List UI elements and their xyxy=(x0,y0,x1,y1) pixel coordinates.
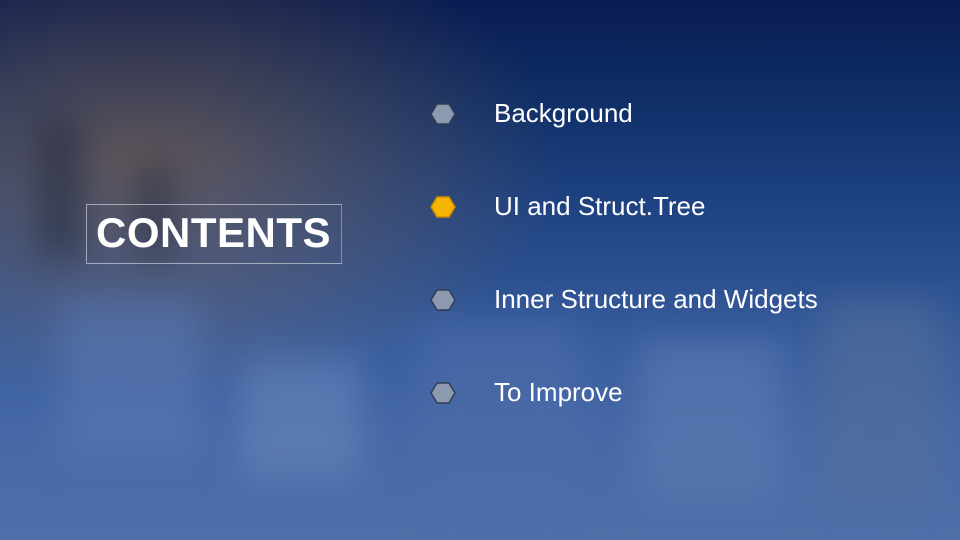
contents-item[interactable]: Background xyxy=(430,98,818,129)
contents-item[interactable]: UI and Struct.Tree xyxy=(430,191,818,222)
contents-item-label: UI and Struct.Tree xyxy=(494,191,705,222)
contents-item[interactable]: To Improve xyxy=(430,377,818,408)
title-frame: CONTENTS xyxy=(86,204,342,264)
page-title: CONTENTS xyxy=(96,209,331,257)
hexagon-icon xyxy=(430,103,456,125)
contents-item[interactable]: Inner Structure and Widgets xyxy=(430,284,818,315)
hexagon-icon xyxy=(430,196,456,218)
hexagon-icon xyxy=(430,382,456,404)
hexagon-icon xyxy=(430,289,456,311)
contents-list: Background UI and Struct.Tree Inner Struct… xyxy=(430,98,818,408)
contents-item-label: To Improve xyxy=(494,377,623,408)
contents-item-label: Background xyxy=(494,98,633,129)
contents-item-label: Inner Structure and Widgets xyxy=(494,284,818,315)
